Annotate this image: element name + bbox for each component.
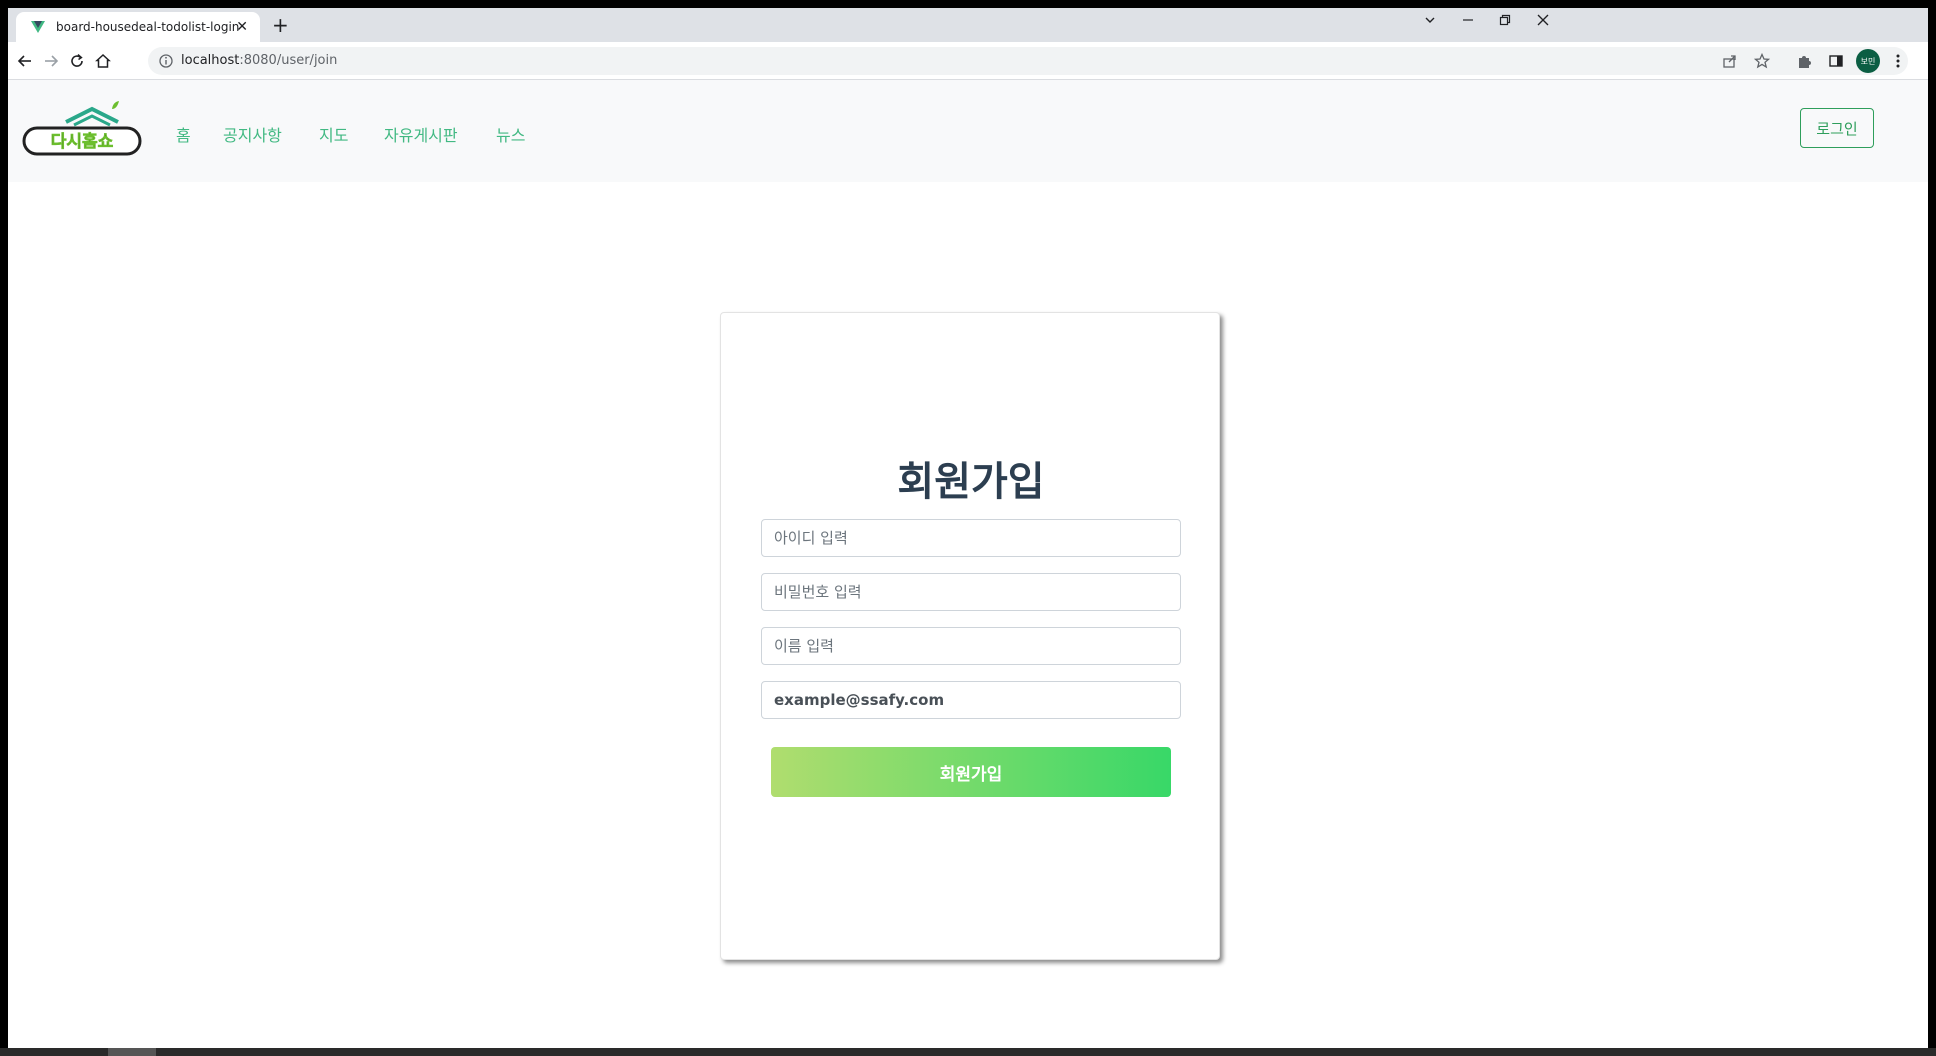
tab-search-icon[interactable] [1420, 14, 1440, 30]
bookmark-star-icon[interactable] [1752, 51, 1772, 71]
home-icon[interactable] [93, 51, 113, 71]
page-content: 다시홈쇼 홈 공지사항 지도 자유게시판 뉴스 로그인 회원가입 회원가입 [8, 80, 1928, 1048]
url-host: localhost [181, 53, 240, 68]
share-icon[interactable] [1720, 51, 1740, 71]
reload-icon[interactable] [67, 51, 87, 71]
nav-notice[interactable]: 공지사항 [223, 122, 282, 146]
url-text: localhost:8080/user/join [181, 53, 337, 68]
name-input[interactable] [761, 627, 1181, 665]
nav-map[interactable]: 지도 [319, 122, 348, 146]
id-input[interactable] [761, 519, 1181, 557]
tab-strip: board-housedeal-todolist-login ✕ + [8, 8, 1928, 42]
login-button[interactable]: 로그인 [1800, 108, 1874, 148]
page-title: 회원가입 [897, 459, 1045, 505]
side-panel-icon[interactable] [1826, 51, 1846, 71]
new-tab-icon[interactable]: + [272, 15, 289, 35]
profile-avatar[interactable]: 보민 [1856, 49, 1880, 73]
email-input[interactable] [761, 681, 1181, 719]
nav-home[interactable]: 홈 [176, 122, 191, 146]
vue-favicon-icon [30, 19, 46, 35]
browser-window: board-housedeal-todolist-login ✕ + local… [8, 8, 1928, 1048]
taskbar-item[interactable] [108, 1048, 156, 1056]
site-logo[interactable]: 다시홈쇼 [22, 98, 142, 162]
url-path: :8080/user/join [239, 53, 338, 68]
forward-icon[interactable] [41, 51, 61, 71]
nav-news[interactable]: 뉴스 [496, 122, 525, 146]
join-submit-button[interactable]: 회원가입 [771, 747, 1171, 797]
browser-toolbar: localhost:8080/user/join 보민 [8, 42, 1928, 80]
site-navbar: 다시홈쇼 홈 공지사항 지도 자유게시판 뉴스 로그인 [8, 80, 1928, 182]
password-input[interactable] [761, 573, 1181, 611]
os-taskbar [0, 1048, 1936, 1056]
browser-tab[interactable]: board-housedeal-todolist-login ✕ [16, 12, 260, 42]
tab-close-icon[interactable]: ✕ [236, 19, 248, 35]
close-window-icon[interactable] [1533, 14, 1553, 30]
logo-text: 다시홈쇼 [51, 131, 114, 152]
menu-kebab-icon[interactable] [1888, 51, 1908, 71]
join-card: 회원가입 회원가입 [720, 312, 1220, 960]
restore-icon[interactable] [1495, 14, 1515, 30]
tab-title: board-housedeal-todolist-login [56, 20, 240, 34]
extensions-icon[interactable] [1794, 51, 1814, 71]
back-icon[interactable] [15, 51, 35, 71]
nav-free-board[interactable]: 자유게시판 [384, 122, 458, 146]
site-info-icon[interactable] [158, 53, 174, 69]
minimize-icon[interactable] [1458, 14, 1478, 30]
address-bar[interactable]: localhost:8080/user/join [148, 47, 1908, 75]
